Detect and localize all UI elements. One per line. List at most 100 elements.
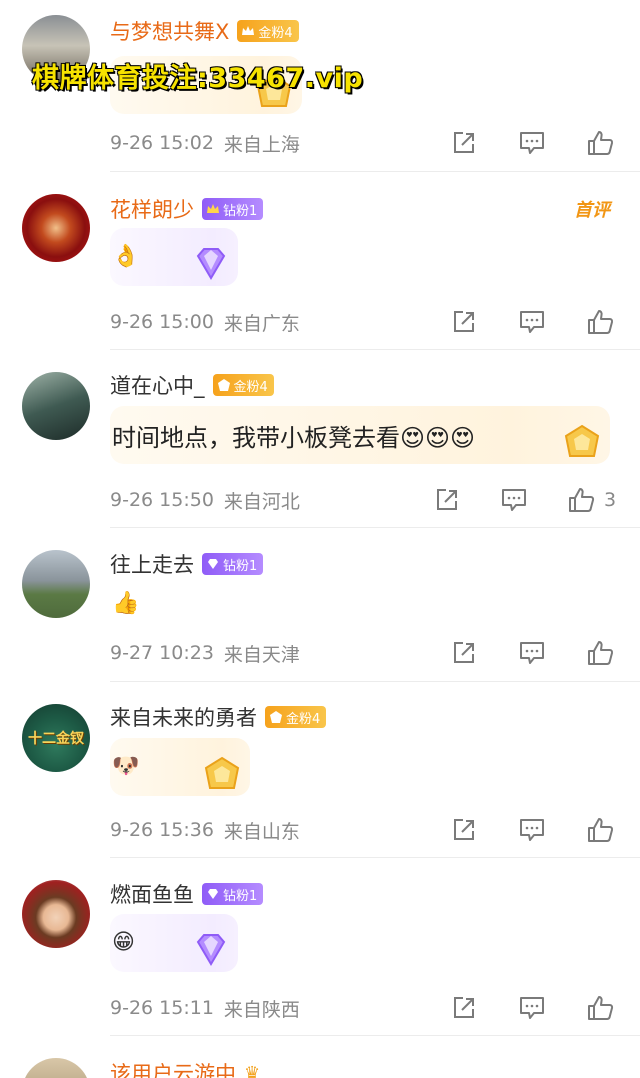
avatar[interactable] [22, 550, 90, 618]
share-button[interactable] [447, 305, 481, 339]
like-button[interactable] [583, 991, 617, 1025]
crown-icon [242, 26, 255, 35]
share-icon [454, 132, 474, 153]
comment-icon [502, 489, 526, 511]
fan-badge-label: 钻粉1 [223, 558, 258, 574]
share-icon [454, 819, 474, 840]
like-icon [588, 310, 614, 334]
comment-button[interactable] [515, 126, 549, 160]
like-button[interactable] [583, 813, 617, 847]
avatar[interactable] [22, 880, 90, 948]
avatar-label: 十二金钗 [28, 731, 84, 747]
fan-badge-label: 金粉4 [233, 379, 268, 395]
crown-icon [207, 204, 219, 213]
share-icon [437, 489, 457, 510]
comment-text: 👌 [112, 244, 140, 269]
comment-time: 9-26 15:36 [110, 819, 214, 841]
comment-text: 时间地点，我带小板凳去看😍😍😍 [112, 423, 476, 452]
share-button[interactable] [430, 483, 464, 517]
like-icon [588, 996, 614, 1020]
comment-location: 来自广东 [223, 312, 300, 335]
username[interactable]: 与梦想共舞X [110, 16, 229, 46]
comment-item: 该用户云游中 ♛ [0, 1036, 640, 1078]
username[interactable]: 燃面鱼鱼 [110, 879, 194, 909]
comment-time: 9-26 15:50 [110, 489, 214, 511]
share-button[interactable] [447, 636, 481, 670]
avatar[interactable]: 十二金钗 [22, 704, 90, 772]
crown-icon [270, 711, 282, 723]
comment-bubble[interactable]: 👌 [110, 228, 238, 286]
share-icon [454, 997, 474, 1018]
comment-item: 燃面鱼鱼 钻粉1 😁 9-26 15:11 来自陕西 [0, 858, 640, 1036]
username[interactable]: 来自未来的勇者 [110, 702, 257, 732]
fan-badge[interactable]: 金粉4 [237, 20, 299, 42]
share-button[interactable] [447, 813, 481, 847]
like-icon [588, 131, 614, 155]
comment-button[interactable] [515, 636, 549, 670]
diamond-badge-icon [196, 934, 226, 966]
like-icon [588, 641, 614, 665]
share-icon [454, 311, 474, 332]
comment-text: 🐶 [112, 754, 140, 779]
share-button[interactable] [447, 126, 481, 160]
comment-time: 9-26 15:00 [110, 311, 214, 333]
comment-text: 😁 [112, 930, 135, 955]
comment-item: 花样朗少 钻粉1 首评 👌 9-26 15:00 来自广东 [0, 172, 640, 350]
avatar[interactable] [22, 194, 90, 262]
like-button[interactable] [583, 126, 617, 160]
comment-location: 来自天津 [223, 643, 300, 666]
fan-badge[interactable]: 钻粉1 [202, 198, 264, 220]
share-button[interactable] [447, 991, 481, 1025]
fan-badge[interactable]: 钻粉1 [202, 883, 264, 905]
comment-bubble[interactable]: 😁 [110, 914, 238, 972]
avatar[interactable] [22, 1058, 90, 1078]
like-icon [569, 488, 595, 512]
comment-button[interactable] [497, 483, 531, 517]
like-button[interactable] [564, 483, 598, 517]
diamond-icon [208, 889, 218, 899]
gold-badge-icon [564, 424, 600, 457]
username[interactable]: 该用户云游中 [110, 1058, 236, 1078]
comment-bubble[interactable]: 🐶 [110, 738, 250, 796]
comment-icon [520, 311, 544, 333]
comment-button[interactable] [515, 991, 549, 1025]
comment-location: 来自上海 [223, 133, 300, 156]
gold-badge-icon [204, 756, 240, 789]
fan-badge[interactable]: 钻粉1 [202, 553, 264, 575]
comment-time: 9-26 15:11 [110, 997, 214, 1019]
comment-button[interactable] [515, 305, 549, 339]
comment-bubble[interactable]: 时间地点，我带小板凳去看😍😍😍 [110, 406, 610, 464]
fan-badge-label: 金粉4 [286, 711, 321, 727]
fan-badge[interactable]: 金粉4 [265, 706, 327, 728]
like-button[interactable] [583, 305, 617, 339]
crown-icon [217, 379, 230, 391]
fan-badge-label: 钻粉1 [223, 888, 258, 904]
diamond-icon [208, 559, 218, 569]
avatar[interactable] [22, 372, 90, 440]
fan-badge[interactable]: 金粉4 [212, 374, 274, 396]
comment-icon [520, 997, 544, 1019]
comment-bubble[interactable]: 👍 [110, 586, 172, 622]
like-count: 3 [604, 489, 617, 511]
comment-location: 来自山东 [223, 820, 300, 843]
username[interactable]: 往上走去 [110, 549, 194, 579]
comment-text: 👍 [112, 591, 140, 616]
comment-icon [520, 132, 544, 154]
comment-time: 9-26 15:02 [110, 132, 214, 154]
username[interactable]: 花样朗少 [110, 194, 194, 224]
comment-icon [520, 642, 544, 664]
comment-icon [520, 819, 544, 841]
comment-time: 9-27 10:23 [110, 642, 214, 664]
fan-badge-label: 钻粉1 [223, 203, 258, 219]
comment-location: 来自河北 [223, 490, 300, 513]
share-icon [454, 642, 474, 663]
watermark-text: 棋牌体育投注:33467.vip [32, 63, 364, 94]
crown-icon: ♛ [244, 1062, 261, 1078]
like-button[interactable] [583, 636, 617, 670]
fan-badge-label: 金粉4 [258, 25, 293, 41]
username[interactable]: 道在心中_ [110, 370, 205, 400]
comment-item: 十二金钗 来自未来的勇者 金粉4 🐶 9-26 15:36 来自山东 [0, 682, 640, 858]
comment-button[interactable] [515, 813, 549, 847]
comment-item: 道在心中_ 金粉4 时间地点，我带小板凳去看😍😍😍 9-26 15:50 来自河… [0, 350, 640, 528]
diamond-badge-icon [196, 248, 226, 280]
